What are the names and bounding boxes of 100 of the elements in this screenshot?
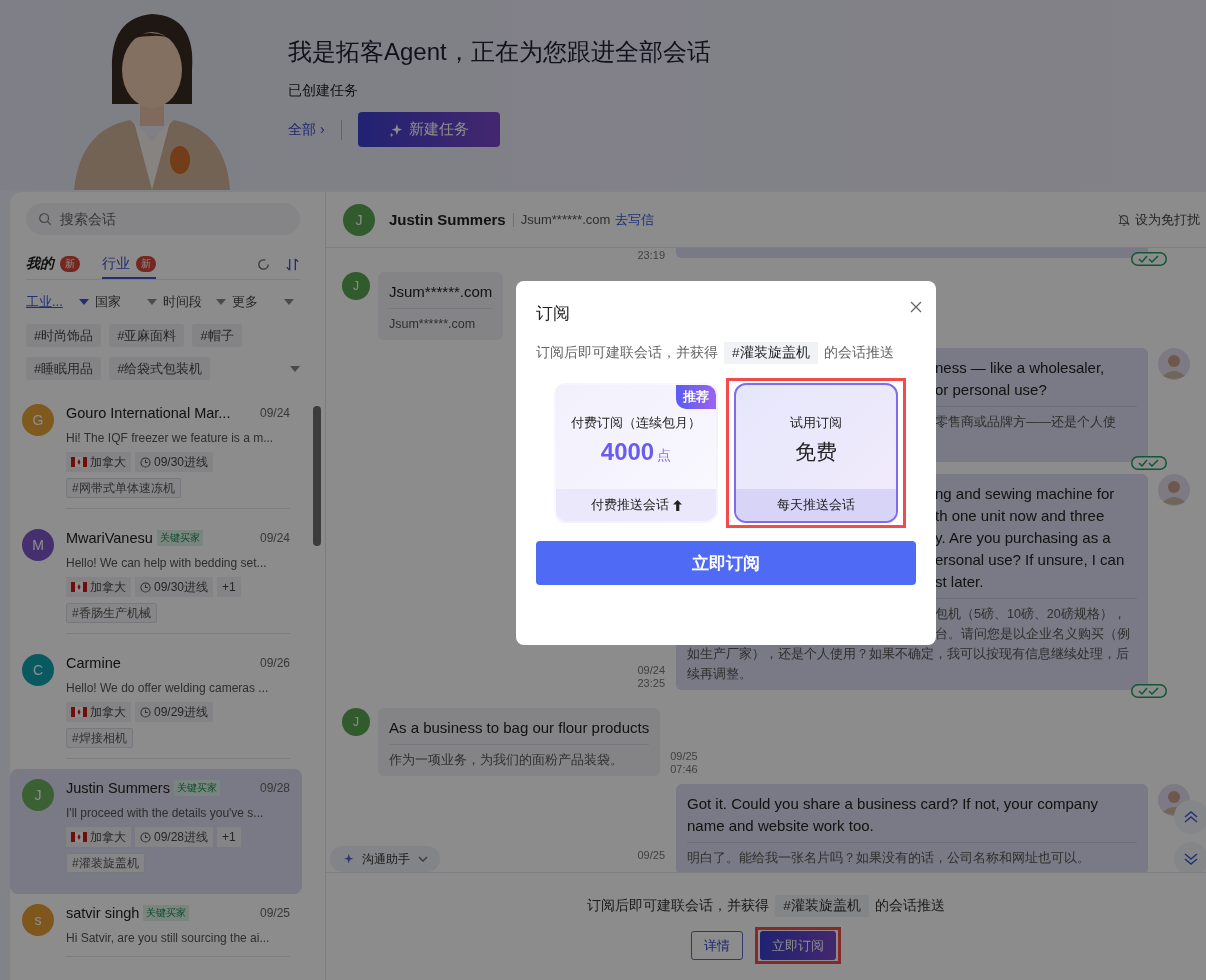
contact-name: MwariVanesu xyxy=(66,530,153,546)
subscribe-button[interactable]: 立即订阅 xyxy=(536,541,916,585)
country-name: 加拿大 xyxy=(90,454,126,470)
conversation-item[interactable]: G Gouro International Mar... 09/24 Hi! The IQF freezer we feature is a m... 加拿大 09/30进线 #网带式单体速冻机 xyxy=(10,394,302,519)
plan-card[interactable]: 推荐 付费订阅（连续包月） 4000 点 付费推送会话 xyxy=(554,383,718,523)
more-count: +1 xyxy=(217,827,241,847)
more-count: +1 xyxy=(217,577,241,597)
timestamp: 09/24 xyxy=(637,664,665,677)
tag-chip[interactable]: #亚麻面料 xyxy=(109,324,185,347)
caret-icon xyxy=(147,299,157,305)
description-text: 订阅后即可建联会话，并获得 xyxy=(536,344,718,362)
topic-tag: #香肠生产机械 xyxy=(66,603,157,623)
filter-dropdown[interactable]: 时间段 xyxy=(163,292,232,312)
email-text: Jsum******.com xyxy=(520,212,611,227)
contact-name: satvir singh xyxy=(66,905,140,921)
message-preview: Hi Satvir, are you still sourcing the ai... xyxy=(66,930,271,946)
price-unit: 点 xyxy=(657,447,672,465)
country-name: 加拿大 xyxy=(90,829,126,845)
avatar: G xyxy=(22,404,54,436)
message-text: ersonal use? If unsure, I can xyxy=(935,550,1125,570)
tab[interactable]: 我的 新 xyxy=(26,249,80,279)
translation-text: 台。请问您是以企业名义购买（例 xyxy=(935,626,1130,643)
key-buyer-tag: 关键买家 xyxy=(173,780,220,796)
topic-tag: #网带式单体速冻机 xyxy=(66,478,181,498)
sparkle-icon xyxy=(388,122,403,137)
topic-tag: #灌装旋盖机 xyxy=(724,342,818,364)
details-button[interactable]: 详情 xyxy=(691,931,743,960)
followup-date: 09/28进线 xyxy=(154,829,209,845)
write-email-link[interactable]: 去写信 xyxy=(615,210,655,229)
tag-chip[interactable]: #睡眠用品 xyxy=(26,357,102,380)
contact-name: Carmine xyxy=(66,655,121,671)
agent-title: 我是拓客Agent，正在为您跟进全部会话 xyxy=(288,37,711,67)
clock-icon xyxy=(140,581,151,593)
plan-price: 免费 xyxy=(795,439,837,465)
avatar: C xyxy=(22,654,54,686)
topic-tag: #灌装旋盖机 xyxy=(66,853,145,873)
message-text: or personal use? xyxy=(935,380,1047,400)
plan-benefit: 付费推送会话 xyxy=(590,496,669,514)
timestamp: 23:25 xyxy=(637,677,665,690)
sparkle-icon xyxy=(342,853,354,865)
tag-chip[interactable]: #时尚饰品 xyxy=(26,324,102,347)
avatar-icon xyxy=(1158,474,1190,506)
date-label: 09/24 xyxy=(259,406,290,420)
conversation-item[interactable]: M MwariVanesu 关键买家 09/24 Hello! We can help with bedding set... 加拿大 09/30进线 +1 #香肠生产机械 xyxy=(10,519,302,644)
plan-card[interactable]: 试用订阅 免费 每天推送会话 xyxy=(734,383,898,523)
message-text: name and website work too. xyxy=(687,816,874,836)
double-chevron-up-icon xyxy=(1184,811,1198,823)
flag-icon xyxy=(71,582,87,592)
timestamp: 09/25 xyxy=(637,849,665,862)
assistant-button[interactable]: 沟通助手 xyxy=(330,846,440,872)
contact-name: Justin Summers xyxy=(389,211,506,228)
message-text: Jsum******.com xyxy=(389,282,493,302)
date-label: 09/24 xyxy=(259,531,290,545)
conversation-item[interactable]: C Carmine 09/26 Hello! We do offer welding cameras ... 加拿大 09/29进线 #焊接相机 xyxy=(10,644,302,769)
description-text: 的会话推送 xyxy=(823,344,894,362)
caret-icon xyxy=(284,299,294,305)
tab[interactable]: 行业 新 xyxy=(102,249,156,279)
translation-text: 续再调整。 xyxy=(687,666,752,683)
new-task-button[interactable]: 新建任务 xyxy=(357,112,500,147)
sort-icon[interactable] xyxy=(285,256,300,272)
caret-icon[interactable] xyxy=(290,365,300,372)
followup-date: 09/30进线 xyxy=(154,454,209,470)
translation-text: 如生产厂家），还是个人使用？如果不确定，我可以按现有信息继续处理，后 xyxy=(687,646,1129,663)
clock-icon xyxy=(140,456,151,468)
filter-dropdown[interactable]: 更多 xyxy=(231,292,300,312)
topic-tag: #焊接相机 xyxy=(66,728,133,748)
message-text: Got it. Could you share a business card? If not, your company xyxy=(687,794,1099,814)
scroll-down-button[interactable] xyxy=(1174,842,1206,872)
date-label: 09/26 xyxy=(259,656,290,670)
tag-chip[interactable]: #给袋式包装机 xyxy=(109,357,211,380)
message-text: ness — like a wholesaler, xyxy=(935,358,1105,378)
conversation-item[interactable]: s satvir singh 关键买家 09/25 Hi Satvir, are you still sourcing the ai... xyxy=(10,894,302,967)
subscribe-button[interactable]: 立即订阅 xyxy=(760,931,836,960)
timestamp: 09/25 xyxy=(670,750,698,763)
bell-off-icon xyxy=(1117,212,1131,227)
subscribe-hint: 订阅后即可建联会话，并获得 xyxy=(587,897,770,915)
avatar: J xyxy=(342,708,370,736)
country-name: 加拿大 xyxy=(90,704,126,720)
avatar: s xyxy=(22,904,54,936)
chevron-down-icon xyxy=(418,856,428,862)
message-preview: Hello! We do offer welding cameras ... xyxy=(66,680,270,696)
avatar-icon xyxy=(1158,348,1190,380)
conversation-item[interactable]: J Justin Summers 关键买家 09/28 I'll proceed with the details you've s... 加拿大 09/28进线 +1 #灌装旋盖机 xyxy=(10,769,302,894)
tag-chip[interactable]: #帽子 xyxy=(192,324,242,347)
refresh-icon[interactable] xyxy=(256,256,271,272)
search-field[interactable]: 搜索会话 xyxy=(26,203,300,235)
avatar: J xyxy=(22,779,54,811)
all-tasks-link[interactable]: 全部 › xyxy=(288,120,325,139)
flag-icon xyxy=(71,457,87,467)
timestamp: 23:19 xyxy=(637,249,665,262)
mute-button[interactable]: 设为免打扰 xyxy=(1117,210,1206,229)
plan-name: 付费订阅（连续包月） xyxy=(571,414,701,432)
avatar: M xyxy=(22,529,54,561)
flag-icon xyxy=(71,832,87,842)
translation-text: Jsum******.com xyxy=(389,316,476,333)
message-text: th one unit now and three xyxy=(935,506,1105,526)
scroll-up-button[interactable] xyxy=(1174,800,1206,834)
filter-dropdown[interactable]: 国家 xyxy=(94,292,163,312)
filter-dropdown[interactable]: 工业... xyxy=(26,292,95,312)
section-label: 已创建任务 xyxy=(288,81,359,100)
